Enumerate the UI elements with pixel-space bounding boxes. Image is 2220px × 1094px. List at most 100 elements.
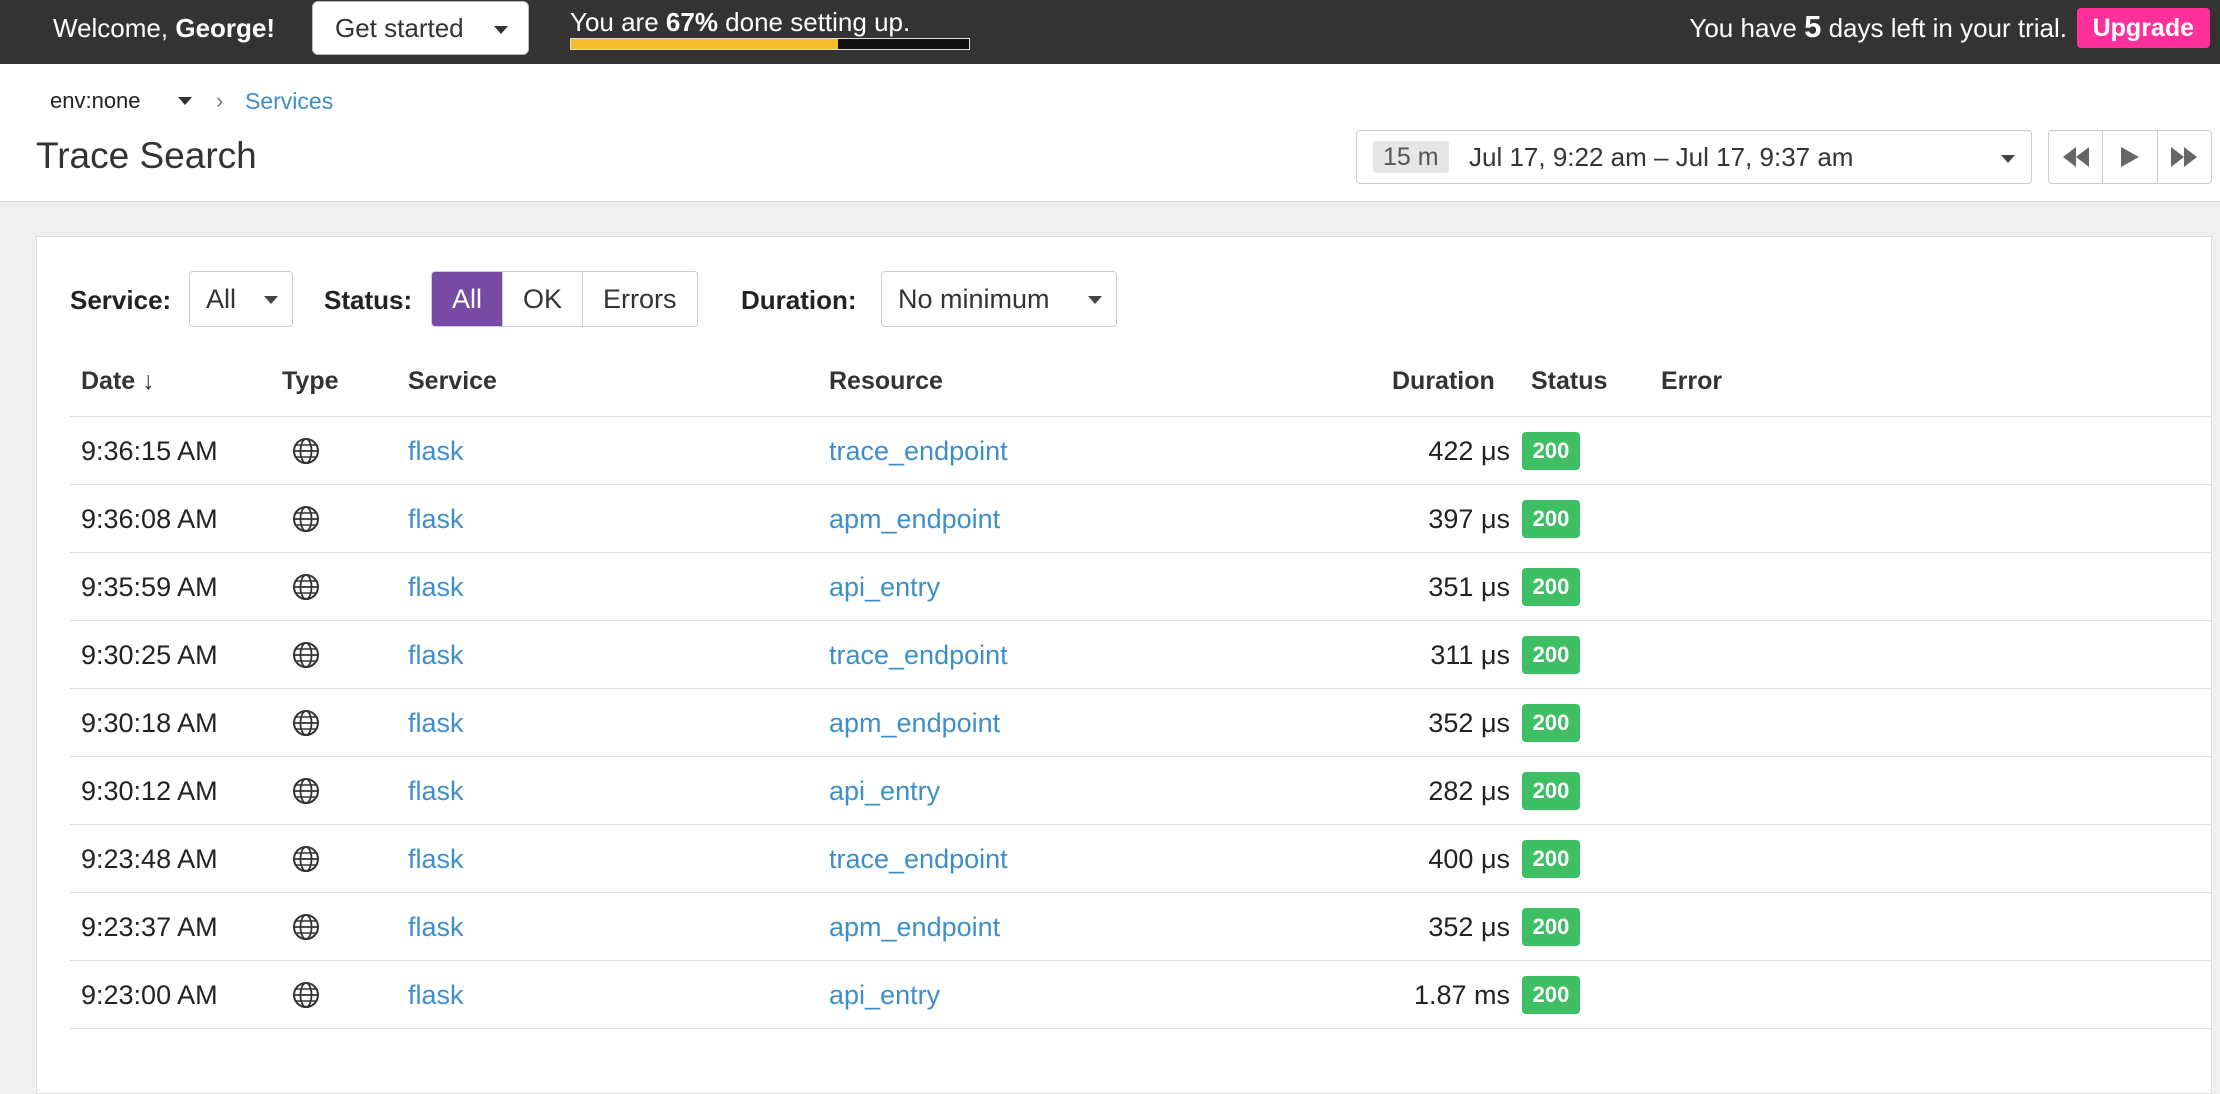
- table-row[interactable]: 9:23:48 AM flask trace_endpoint 400 μs 2…: [70, 825, 2212, 893]
- upgrade-button[interactable]: Upgrade: [2076, 8, 2210, 48]
- welcome-prefix: Welcome,: [53, 13, 176, 43]
- row-date: 9:23:37 AM: [81, 912, 218, 942]
- row-service-link[interactable]: flask: [408, 435, 464, 467]
- row-resource-link[interactable]: api_entry: [829, 571, 940, 603]
- row-resource-link[interactable]: trace_endpoint: [829, 843, 1008, 875]
- row-service-link[interactable]: flask: [408, 503, 464, 535]
- setup-percent: 67%: [665, 7, 718, 37]
- play-button[interactable]: [2103, 131, 2158, 183]
- row-resource-link[interactable]: api_entry: [829, 775, 940, 807]
- status-ok-button[interactable]: OK: [503, 272, 584, 326]
- row-service-link[interactable]: flask: [408, 911, 464, 943]
- get-started-button[interactable]: Get started: [312, 1, 529, 55]
- play-icon: [2120, 147, 2139, 167]
- column-header-date[interactable]: Date ↓: [81, 367, 155, 396]
- setup-progress-fill: [571, 39, 838, 49]
- globe-icon: [293, 642, 319, 668]
- row-service-link[interactable]: flask: [408, 843, 464, 875]
- chevron-down-icon[interactable]: [178, 97, 192, 105]
- table-row[interactable]: 9:23:37 AM flask apm_endpoint 352 μs 200: [70, 893, 2212, 961]
- table-row[interactable]: 9:35:59 AM flask api_entry 351 μs 200: [70, 553, 2212, 621]
- caret-down-icon: [264, 296, 278, 304]
- row-date: 9:30:18 AM: [81, 708, 218, 738]
- table-row[interactable]: 9:36:15 AM flask trace_endpoint 422 μs 2…: [70, 417, 2212, 485]
- column-header-status: Status: [1531, 367, 1608, 395]
- row-date: 9:30:12 AM: [81, 776, 218, 806]
- row-service-link[interactable]: flask: [408, 775, 464, 807]
- row-resource-link[interactable]: api_entry: [829, 979, 940, 1011]
- row-resource-link[interactable]: apm_endpoint: [829, 707, 1000, 739]
- status-errors-button[interactable]: Errors: [583, 272, 697, 326]
- get-started-label: Get started: [335, 13, 464, 43]
- globe-icon: [293, 914, 319, 940]
- row-resource-link[interactable]: apm_endpoint: [829, 911, 1000, 943]
- row-service-link[interactable]: flask: [408, 707, 464, 739]
- column-header-type: Type: [282, 367, 339, 395]
- column-header-error: Error: [1661, 367, 1723, 395]
- row-service-link[interactable]: flask: [408, 639, 464, 671]
- fast-forward-icon: [2171, 147, 2198, 167]
- welcome-message: Welcome, George!: [53, 13, 275, 43]
- row-duration: 397 μs: [1428, 504, 1510, 534]
- service-filter-value: All: [206, 284, 237, 314]
- row-date: 9:30:25 AM: [81, 640, 218, 670]
- trial-message: You have 5 days left in your trial.: [1689, 9, 2067, 44]
- trace-search-panel: Service: All Status: All OK Errors Durat…: [36, 236, 2212, 1094]
- row-resource-link[interactable]: trace_endpoint: [829, 435, 1008, 467]
- status-all-button[interactable]: All: [432, 272, 504, 326]
- caret-down-icon: [494, 26, 508, 34]
- rewind-button[interactable]: [2049, 131, 2104, 183]
- chevron-down-icon: [2001, 155, 2015, 163]
- trial-days: 5: [1804, 9, 1822, 44]
- row-duration: 1.87 ms: [1413, 980, 1510, 1010]
- env-selector[interactable]: env:none: [50, 88, 141, 114]
- column-header-duration: Duration: [1392, 367, 1495, 395]
- status-filter-group: All OK Errors: [431, 271, 698, 327]
- rewind-icon: [2062, 147, 2089, 167]
- status-filter-label: Status:: [324, 285, 413, 315]
- row-duration: 282 μs: [1428, 776, 1510, 806]
- setup-prefix: You are: [570, 7, 666, 37]
- row-duration: 352 μs: [1428, 912, 1510, 942]
- status-badge: 200: [1522, 772, 1580, 810]
- status-badge: 200: [1522, 636, 1580, 674]
- row-resource-link[interactable]: apm_endpoint: [829, 503, 1000, 535]
- globe-icon: [293, 710, 319, 736]
- table-row[interactable]: 9:30:12 AM flask api_entry 282 μs 200: [70, 757, 2212, 825]
- status-badge: 200: [1522, 908, 1580, 946]
- row-service-link[interactable]: flask: [408, 979, 464, 1011]
- status-badge: 200: [1522, 704, 1580, 742]
- caret-down-icon: [1088, 296, 1102, 304]
- trial-suffix: days left in your trial.: [1821, 13, 2067, 43]
- table-body: 9:36:15 AM flask trace_endpoint 422 μs 2…: [70, 417, 2212, 1029]
- column-header-service: Service: [408, 367, 497, 395]
- onboarding-banner: Welcome, George! Get started You are 67%…: [0, 0, 2220, 64]
- row-date: 9:36:08 AM: [81, 504, 218, 534]
- duration-filter-value: No minimum: [898, 284, 1050, 314]
- time-range-picker[interactable]: 15 m Jul 17, 9:22 am – Jul 17, 9:37 am: [1356, 130, 2032, 184]
- globe-icon: [293, 438, 319, 464]
- time-range-badge: 15 m: [1373, 141, 1449, 173]
- column-header-resource: Resource: [829, 367, 943, 395]
- table-row[interactable]: 9:36:08 AM flask apm_endpoint 397 μs 200: [70, 485, 2212, 553]
- row-duration: 351 μs: [1428, 572, 1510, 602]
- table-row[interactable]: 9:23:00 AM flask api_entry 1.87 ms 200: [70, 961, 2212, 1029]
- status-badge: 200: [1522, 432, 1580, 470]
- globe-icon: [293, 574, 319, 600]
- setup-progress-bar: [570, 38, 970, 50]
- service-filter-select[interactable]: All: [189, 271, 293, 327]
- row-duration: 352 μs: [1428, 708, 1510, 738]
- trial-prefix: You have: [1689, 13, 1805, 43]
- breadcrumb-services-link[interactable]: Services: [245, 88, 333, 115]
- welcome-name: George!: [175, 13, 276, 43]
- row-service-link[interactable]: flask: [408, 571, 464, 603]
- status-badge: 200: [1522, 500, 1580, 538]
- globe-icon: [293, 846, 319, 872]
- fast-forward-button[interactable]: [2158, 131, 2211, 183]
- duration-filter-label: Duration:: [741, 285, 857, 315]
- table-row[interactable]: 9:30:18 AM flask apm_endpoint 352 μs 200: [70, 689, 2212, 757]
- row-resource-link[interactable]: trace_endpoint: [829, 639, 1008, 671]
- time-navigation: [2048, 130, 2212, 184]
- table-row[interactable]: 9:30:25 AM flask trace_endpoint 311 μs 2…: [70, 621, 2212, 689]
- duration-filter-select[interactable]: No minimum: [881, 271, 1117, 327]
